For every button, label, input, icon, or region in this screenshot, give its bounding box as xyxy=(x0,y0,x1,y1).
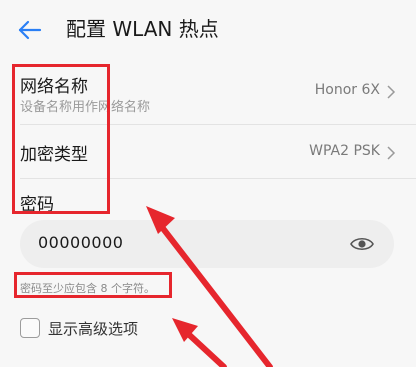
password-hint: 密码至少应包含 8 个字符。 xyxy=(20,282,155,295)
network-name-value: Honor 6X xyxy=(314,82,380,98)
network-name-sublabel: 设备名称用作网络名称 xyxy=(20,100,151,115)
advanced-options-checkbox[interactable] xyxy=(20,318,40,338)
header: 配置 WLAN 热点 xyxy=(0,0,416,58)
page-title: 配置 WLAN 热点 xyxy=(66,17,219,41)
chevron-right-icon xyxy=(387,146,396,160)
password-value: 00000000 xyxy=(38,233,124,252)
chevron-right-icon xyxy=(387,85,396,99)
arrow-left-icon xyxy=(18,20,42,40)
network-name-label: 网络名称 xyxy=(20,77,88,97)
password-input[interactable]: 00000000 xyxy=(20,220,394,268)
password-label: 密码 xyxy=(20,195,54,215)
back-button[interactable] xyxy=(16,16,44,44)
password-row: 密码 xyxy=(0,180,416,216)
advanced-options-label: 显示高级选项 xyxy=(48,320,139,338)
eye-icon[interactable] xyxy=(350,234,374,254)
encryption-type-row[interactable]: 加密类型 WPA2 PSK xyxy=(0,125,416,177)
advanced-options-checkbox-row[interactable]: 显示高级选项 xyxy=(20,316,220,342)
network-name-row[interactable]: 网络名称 设备名称用作网络名称 Honor 6X xyxy=(0,62,416,124)
encryption-type-value: WPA2 PSK xyxy=(309,143,380,159)
divider xyxy=(20,178,416,179)
encryption-type-label: 加密类型 xyxy=(20,145,88,165)
